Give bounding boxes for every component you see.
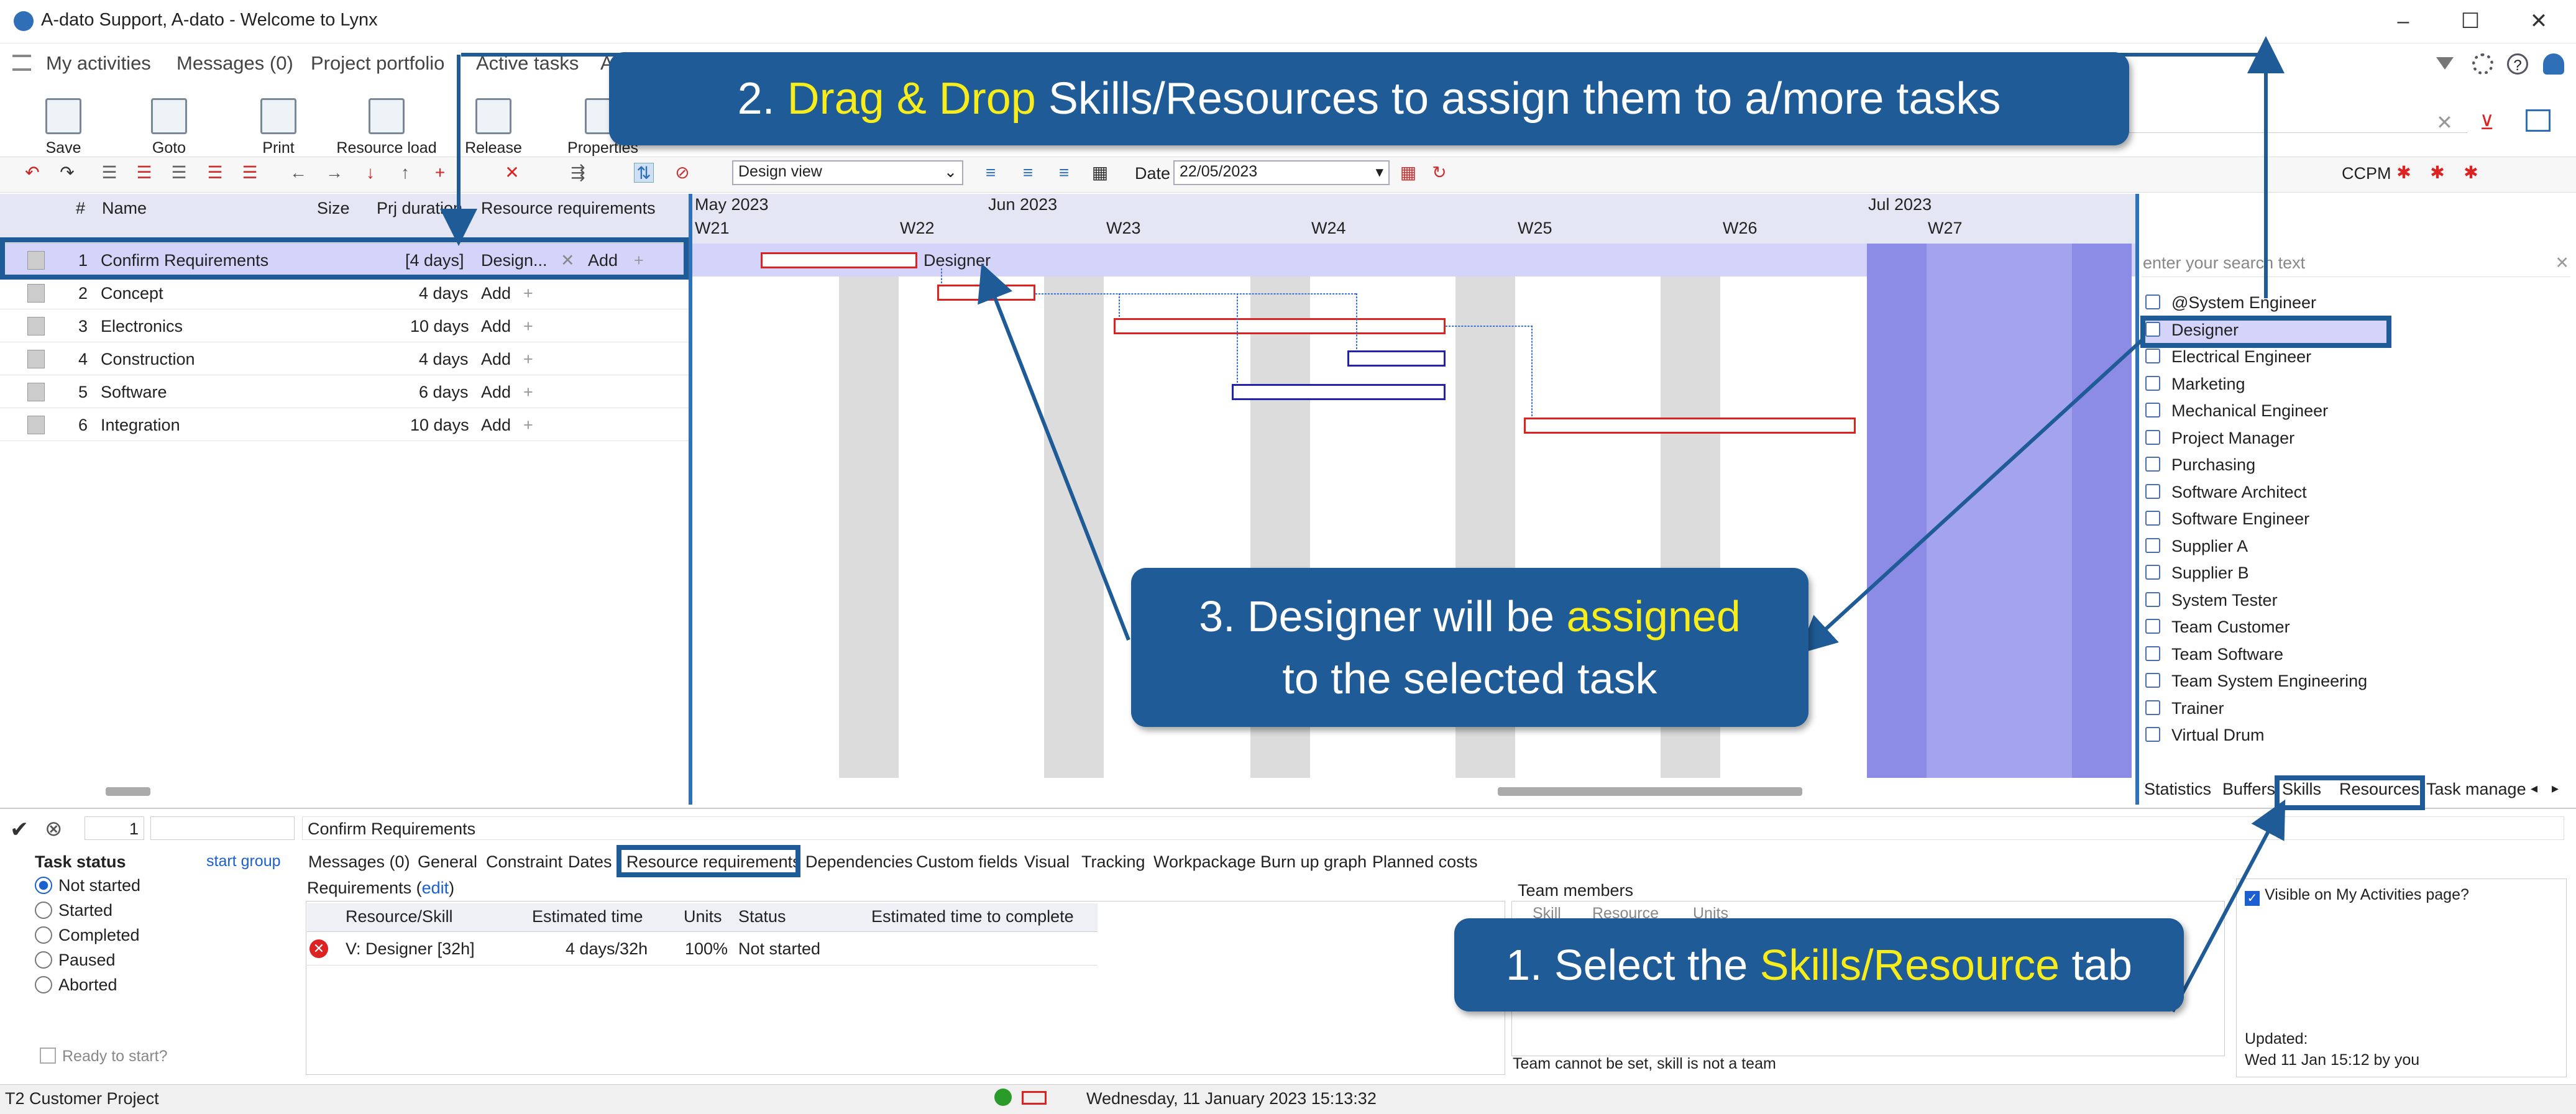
callout-step-1: 1. Select the Skills/Resource tab [1454,918,2184,1011]
callout-step-3: 3. Designer will be assigned to the sele… [1131,568,1808,727]
arrow-assign-skill [1799,339,2143,654]
callout-step-2: 2. Drag & Drop Skills/Resources to assig… [609,52,2129,145]
annotation-arrows [440,36,2286,1013]
arrow-select-tab [2171,799,2286,1013]
arrow-assign-bar [978,263,1130,641]
